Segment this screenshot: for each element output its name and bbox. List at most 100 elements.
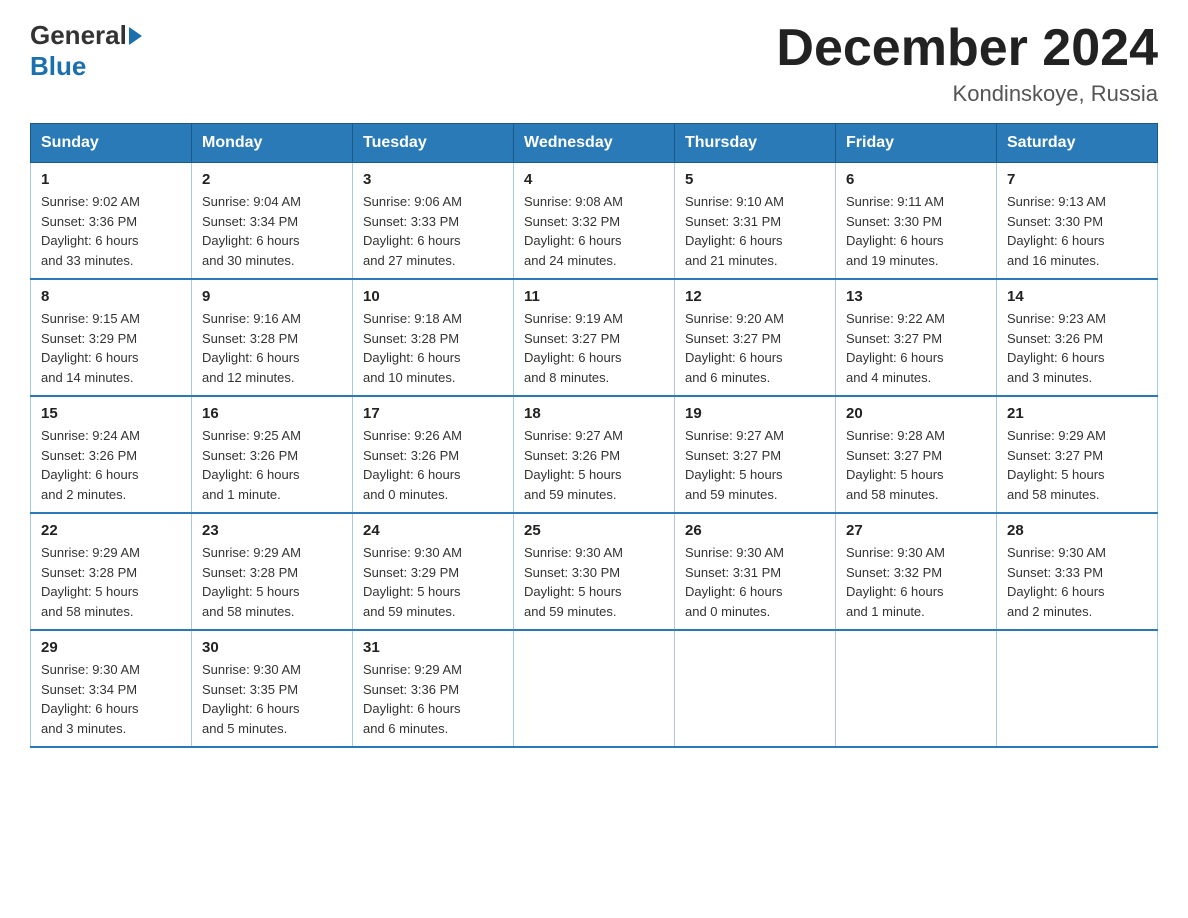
calendar-cell: 27 Sunrise: 9:30 AMSunset: 3:32 PMDayligh… [836, 513, 997, 630]
day-info: Sunrise: 9:29 AMSunset: 3:27 PMDaylight:… [1007, 426, 1147, 504]
calendar-cell: 6 Sunrise: 9:11 AMSunset: 3:30 PMDaylight… [836, 163, 997, 280]
calendar-cell: 5 Sunrise: 9:10 AMSunset: 3:31 PMDaylight… [675, 163, 836, 280]
col-header-thursday: Thursday [675, 124, 836, 163]
calendar-cell: 14 Sunrise: 9:23 AMSunset: 3:26 PMDayligh… [997, 279, 1158, 396]
day-info: Sunrise: 9:30 AMSunset: 3:33 PMDaylight:… [1007, 543, 1147, 621]
calendar-cell: 13 Sunrise: 9:22 AMSunset: 3:27 PMDayligh… [836, 279, 997, 396]
calendar-cell [836, 630, 997, 747]
day-info: Sunrise: 9:30 AMSunset: 3:34 PMDaylight:… [41, 660, 181, 738]
day-number: 6 [846, 171, 986, 188]
day-info: Sunrise: 9:30 AMSunset: 3:29 PMDaylight:… [363, 543, 503, 621]
day-info: Sunrise: 9:30 AMSunset: 3:32 PMDaylight:… [846, 543, 986, 621]
day-info: Sunrise: 9:25 AMSunset: 3:26 PMDaylight:… [202, 426, 342, 504]
logo-line2: Blue [30, 51, 86, 82]
day-number: 9 [202, 288, 342, 305]
day-info: Sunrise: 9:02 AMSunset: 3:36 PMDaylight:… [41, 192, 181, 270]
calendar-week-row: 22 Sunrise: 9:29 AMSunset: 3:28 PMDayligh… [31, 513, 1158, 630]
day-info: Sunrise: 9:18 AMSunset: 3:28 PMDaylight:… [363, 309, 503, 387]
day-number: 16 [202, 405, 342, 422]
day-number: 24 [363, 522, 503, 539]
day-info: Sunrise: 9:30 AMSunset: 3:35 PMDaylight:… [202, 660, 342, 738]
day-number: 25 [524, 522, 664, 539]
calendar-cell: 24 Sunrise: 9:30 AMSunset: 3:29 PMDayligh… [353, 513, 514, 630]
page-header: General Blue December 2024 Kondinskoye, … [30, 20, 1158, 107]
day-number: 30 [202, 639, 342, 656]
day-info: Sunrise: 9:29 AMSunset: 3:28 PMDaylight:… [41, 543, 181, 621]
calendar-cell: 8 Sunrise: 9:15 AMSunset: 3:29 PMDaylight… [31, 279, 192, 396]
day-info: Sunrise: 9:04 AMSunset: 3:34 PMDaylight:… [202, 192, 342, 270]
day-info: Sunrise: 9:10 AMSunset: 3:31 PMDaylight:… [685, 192, 825, 270]
calendar-cell: 26Sunrise: 9:30 AMSunset: 3:31 PMDayligh… [675, 513, 836, 630]
calendar-cell: 30 Sunrise: 9:30 AMSunset: 3:35 PMDayligh… [192, 630, 353, 747]
calendar-cell [675, 630, 836, 747]
calendar-cell: 11 Sunrise: 9:19 AMSunset: 3:27 PMDayligh… [514, 279, 675, 396]
day-number: 21 [1007, 405, 1147, 422]
logo-arrow-icon [129, 27, 142, 45]
col-header-saturday: Saturday [997, 124, 1158, 163]
calendar-cell: 18 Sunrise: 9:27 AMSunset: 3:26 PMDayligh… [514, 396, 675, 513]
logo: General Blue [30, 20, 142, 82]
day-info: Sunrise: 9:20 AMSunset: 3:27 PMDaylight:… [685, 309, 825, 387]
day-info: Sunrise: 9:16 AMSunset: 3:28 PMDaylight:… [202, 309, 342, 387]
day-number: 26 [685, 522, 825, 539]
day-number: 15 [41, 405, 181, 422]
col-header-friday: Friday [836, 124, 997, 163]
calendar-cell: 1 Sunrise: 9:02 AMSunset: 3:36 PMDaylight… [31, 163, 192, 280]
calendar-week-row: 29 Sunrise: 9:30 AMSunset: 3:34 PMDayligh… [31, 630, 1158, 747]
calendar-cell: 20Sunrise: 9:28 AMSunset: 3:27 PMDayligh… [836, 396, 997, 513]
day-number: 23 [202, 522, 342, 539]
calendar-week-row: 15 Sunrise: 9:24 AMSunset: 3:26 PMDayligh… [31, 396, 1158, 513]
logo-line1: General [30, 20, 142, 51]
day-info: Sunrise: 9:24 AMSunset: 3:26 PMDaylight:… [41, 426, 181, 504]
calendar-header-row: SundayMondayTuesdayWednesdayThursdayFrid… [31, 124, 1158, 163]
calendar-cell: 15 Sunrise: 9:24 AMSunset: 3:26 PMDayligh… [31, 396, 192, 513]
day-number: 28 [1007, 522, 1147, 539]
day-number: 2 [202, 171, 342, 188]
calendar-cell: 31 Sunrise: 9:29 AMSunset: 3:36 PMDayligh… [353, 630, 514, 747]
calendar-cell: 19Sunrise: 9:27 AMSunset: 3:27 PMDayligh… [675, 396, 836, 513]
day-number: 5 [685, 171, 825, 188]
day-number: 29 [41, 639, 181, 656]
day-number: 1 [41, 171, 181, 188]
day-number: 31 [363, 639, 503, 656]
day-info: Sunrise: 9:15 AMSunset: 3:29 PMDaylight:… [41, 309, 181, 387]
calendar-cell: 7Sunrise: 9:13 AMSunset: 3:30 PMDaylight… [997, 163, 1158, 280]
day-info: Sunrise: 9:29 AMSunset: 3:36 PMDaylight:… [363, 660, 503, 738]
day-number: 8 [41, 288, 181, 305]
col-header-tuesday: Tuesday [353, 124, 514, 163]
day-number: 11 [524, 288, 664, 305]
day-info: Sunrise: 9:06 AMSunset: 3:33 PMDaylight:… [363, 192, 503, 270]
day-number: 10 [363, 288, 503, 305]
title-block: December 2024 Kondinskoye, Russia [776, 20, 1158, 107]
calendar-cell: 4Sunrise: 9:08 AMSunset: 3:32 PMDaylight… [514, 163, 675, 280]
calendar-cell: 3Sunrise: 9:06 AMSunset: 3:33 PMDaylight… [353, 163, 514, 280]
day-info: Sunrise: 9:22 AMSunset: 3:27 PMDaylight:… [846, 309, 986, 387]
calendar-title: December 2024 [776, 20, 1158, 77]
col-header-monday: Monday [192, 124, 353, 163]
day-number: 12 [685, 288, 825, 305]
calendar-cell: 10 Sunrise: 9:18 AMSunset: 3:28 PMDayligh… [353, 279, 514, 396]
calendar-cell: 29 Sunrise: 9:30 AMSunset: 3:34 PMDayligh… [31, 630, 192, 747]
day-info: Sunrise: 9:27 AMSunset: 3:26 PMDaylight:… [524, 426, 664, 504]
day-info: Sunrise: 9:28 AMSunset: 3:27 PMDaylight:… [846, 426, 986, 504]
day-info: Sunrise: 9:19 AMSunset: 3:27 PMDaylight:… [524, 309, 664, 387]
col-header-wednesday: Wednesday [514, 124, 675, 163]
day-number: 22 [41, 522, 181, 539]
calendar-cell: 9 Sunrise: 9:16 AMSunset: 3:28 PMDaylight… [192, 279, 353, 396]
calendar-cell: 25Sunrise: 9:30 AMSunset: 3:30 PMDayligh… [514, 513, 675, 630]
day-info: Sunrise: 9:23 AMSunset: 3:26 PMDaylight:… [1007, 309, 1147, 387]
calendar-cell: 28 Sunrise: 9:30 AMSunset: 3:33 PMDayligh… [997, 513, 1158, 630]
day-info: Sunrise: 9:29 AMSunset: 3:28 PMDaylight:… [202, 543, 342, 621]
day-number: 14 [1007, 288, 1147, 305]
calendar-cell: 16 Sunrise: 9:25 AMSunset: 3:26 PMDayligh… [192, 396, 353, 513]
day-number: 18 [524, 405, 664, 422]
day-number: 13 [846, 288, 986, 305]
day-number: 7 [1007, 171, 1147, 188]
calendar-cell: 22 Sunrise: 9:29 AMSunset: 3:28 PMDayligh… [31, 513, 192, 630]
day-number: 4 [524, 171, 664, 188]
calendar-table: SundayMondayTuesdayWednesdayThursdayFrid… [30, 123, 1158, 748]
day-number: 27 [846, 522, 986, 539]
calendar-cell [514, 630, 675, 747]
day-info: Sunrise: 9:11 AMSunset: 3:30 PMDaylight:… [846, 192, 986, 270]
calendar-cell: 21 Sunrise: 9:29 AMSunset: 3:27 PMDayligh… [997, 396, 1158, 513]
